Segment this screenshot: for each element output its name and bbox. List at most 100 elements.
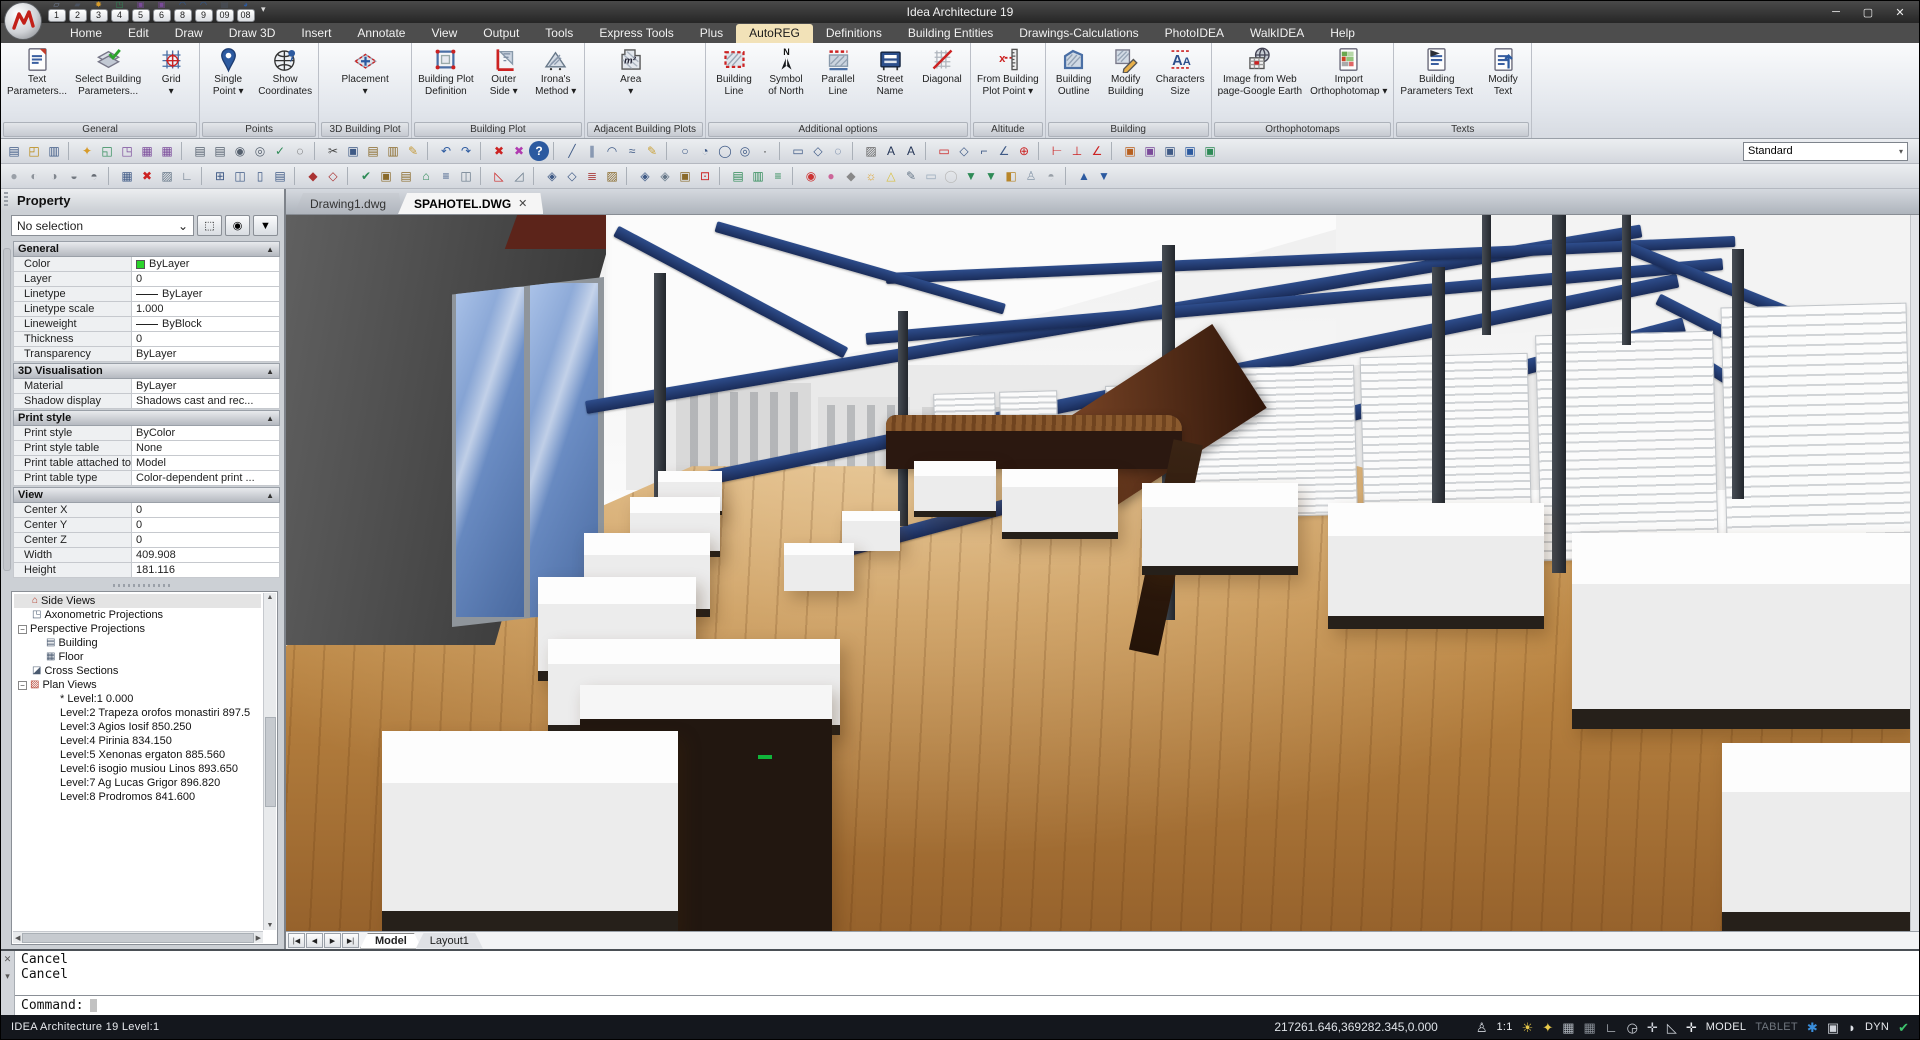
tree-item[interactable]: −Perspective Projections [14, 622, 261, 636]
pan-icon[interactable]: ◇ [954, 141, 974, 161]
find-icon[interactable]: ◌ [290, 141, 310, 161]
tree-expander-icon[interactable]: − [18, 681, 27, 690]
quick-access-button-6[interactable]: ▣6 [152, 1, 171, 22]
doc-tab-spahotel-dwg[interactable]: SPAHOTEL.DWG✕ [398, 193, 543, 214]
ortho-mode-icon[interactable]: ∟ [1605, 1021, 1618, 1034]
rail4-icon[interactable]: ⊡ [695, 166, 715, 186]
chamfer-icon[interactable]: ∠ [994, 141, 1014, 161]
sphere2-icon[interactable]: ◐ [24, 166, 44, 186]
quick-select-icon[interactable]: ◉ [225, 215, 250, 236]
layout-tab-layout1[interactable]: Layout1 [416, 933, 483, 949]
property-value[interactable]: 0 [132, 518, 279, 532]
doc-list-icon[interactable]: ≡ [768, 166, 788, 186]
camera-icon[interactable]: ◉ [801, 166, 821, 186]
sketch-icon[interactable]: ✎ [642, 141, 662, 161]
tree-expander-icon[interactable]: − [18, 625, 27, 634]
tree-item[interactable]: ▤Building [14, 636, 261, 650]
dim-aligned-icon[interactable]: ⊥ [1067, 141, 1087, 161]
snap-mode-icon[interactable]: ▦ [1584, 1021, 1596, 1034]
status-ok-icon[interactable]: ✔ [1898, 1021, 1909, 1034]
viewport-scrollbar[interactable] [1910, 215, 1919, 931]
sun-icon[interactable]: ☼ [861, 166, 881, 186]
property-section-header[interactable]: 3D Visualisation▲ [13, 363, 280, 379]
annotation-person-icon[interactable]: ♙ [1476, 1021, 1488, 1034]
polygon-icon[interactable]: ◇ [808, 141, 828, 161]
menu-tab-output[interactable]: Output [470, 24, 532, 43]
revcloud-icon[interactable]: ◌ [828, 141, 848, 161]
edit-block-icon[interactable]: ◇ [323, 166, 343, 186]
print-settings-icon[interactable]: ▤ [210, 141, 230, 161]
delete-entity-icon[interactable]: ✖ [137, 166, 157, 186]
fillet-icon[interactable]: ⌐ [974, 141, 994, 161]
opening-tool-icon[interactable]: ▯ [250, 166, 270, 186]
view-down-icon[interactable]: ▼ [1094, 166, 1114, 186]
dim-linear-icon[interactable]: ⊢ [1047, 141, 1067, 161]
menu-tab-tools[interactable]: Tools [532, 24, 586, 43]
property-value[interactable]: 0 [132, 332, 279, 346]
tree-item[interactable]: * Level:1 0.000 [14, 692, 261, 706]
command-expand-icon[interactable]: ▾ [5, 971, 10, 982]
property-value[interactable]: ByLayer [132, 347, 279, 361]
minimize-button[interactable]: ─ [1821, 3, 1851, 21]
diagonal-button[interactable]: Diagonal [916, 44, 968, 121]
doc-tab-drawing1-dwg[interactable]: Drawing1.dwg [294, 193, 402, 214]
image-from-web-button[interactable]: Image from Webpage-Google Earth [1214, 44, 1307, 121]
ramp-icon[interactable]: ▨ [602, 166, 622, 186]
quick-access-button-9[interactable]: ◠9 [194, 1, 213, 22]
doc-green2-icon[interactable]: ▥ [748, 166, 768, 186]
grid-button[interactable]: Grid▾ [145, 44, 197, 121]
target-icon[interactable]: ⊕ [1014, 141, 1034, 161]
filter-icon[interactable]: ▼ [253, 215, 278, 236]
property-value[interactable]: None [132, 441, 279, 455]
insert-block-icon[interactable]: ◆ [303, 166, 323, 186]
menu-tab-walkidea[interactable]: WalkIDEA [1237, 24, 1317, 43]
mtext-icon[interactable]: A [901, 141, 921, 161]
layer2-icon[interactable]: ▣ [1140, 141, 1160, 161]
tree-horizontal-scrollbar[interactable]: ◀▶ [13, 931, 263, 943]
select-entities-icon[interactable]: ⬚ [197, 215, 222, 236]
menu-tab-home[interactable]: Home [57, 24, 115, 43]
point-icon[interactable]: · [755, 141, 775, 161]
balloon-icon[interactable]: ● [821, 166, 841, 186]
property-value[interactable]: 181.116 [132, 563, 279, 577]
annotation-visibility-icon[interactable]: ☀ [1522, 1021, 1534, 1034]
open-bld-icon[interactable]: ◰ [24, 141, 44, 161]
redo-icon[interactable]: ↷ [456, 141, 476, 161]
window-tool-icon[interactable]: ⊞ [210, 166, 230, 186]
layout-nav-button-1[interactable]: ◀ [306, 933, 323, 948]
property-value[interactable]: Shadows cast and rec... [132, 394, 279, 408]
roof2-icon[interactable]: ◇ [562, 166, 582, 186]
copy-entity-icon[interactable]: ▤ [396, 166, 416, 186]
menu-tab-plus[interactable]: Plus [687, 24, 736, 43]
toolbar-overflow-icon[interactable]: ▾ [261, 4, 266, 15]
property-value[interactable]: ByLayer [132, 379, 279, 393]
property-value[interactable]: ByLayer [132, 287, 279, 301]
layout-tab-model[interactable]: Model [360, 933, 422, 949]
print-icon[interactable]: ▤ [190, 141, 210, 161]
annotation-scale-label[interactable]: 1:1 [1496, 1021, 1512, 1033]
property-value[interactable]: 409.908 [132, 548, 279, 562]
close-button[interactable]: ✕ [1885, 3, 1915, 21]
collapse-icon[interactable]: ▲ [266, 245, 274, 254]
tree-item[interactable]: Level:6 isogio musiou Linos 893.650 [14, 762, 261, 776]
polyline-icon[interactable]: ≈ [622, 141, 642, 161]
paste-special-icon[interactable]: ▥ [383, 141, 403, 161]
doc-green1-icon[interactable]: ▤ [728, 166, 748, 186]
rail1-icon[interactable]: ◈ [635, 166, 655, 186]
property-section-header[interactable]: Print style▲ [13, 410, 280, 426]
command-prompt-row[interactable]: Command: [15, 995, 1919, 1015]
rail3-icon[interactable]: ▣ [675, 166, 695, 186]
cut-icon[interactable]: ✂ [323, 141, 343, 161]
corner-icon[interactable]: ∟ [177, 166, 197, 186]
pen-icon[interactable]: ✎ [901, 166, 921, 186]
house-icon[interactable]: ⌂ [416, 166, 436, 186]
match-properties-icon[interactable]: ✎ [403, 141, 423, 161]
symbol-of-north-button[interactable]: NSymbolof North [760, 44, 812, 121]
new-bld-icon[interactable]: ▤ [4, 141, 24, 161]
quick-access-button-4[interactable]: ◳4 [110, 1, 129, 22]
modify-text-button[interactable]: ModifyText [1477, 44, 1529, 121]
panel-splitter[interactable] [1, 579, 284, 591]
show-coordinates-button[interactable]: ShowCoordinates [254, 44, 316, 121]
property-section-header[interactable]: General▲ [13, 241, 280, 257]
collapse-icon[interactable]: ▲ [266, 367, 274, 376]
